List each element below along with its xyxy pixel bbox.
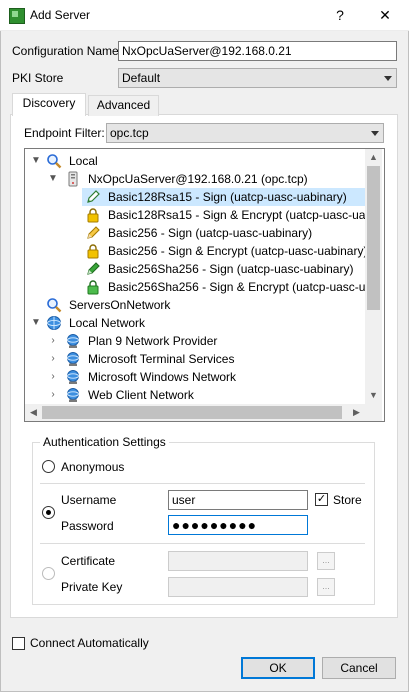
- certificate-radio[interactable]: [42, 567, 55, 580]
- chevron-down-icon: [371, 131, 379, 136]
- certificate-label: Certificate: [61, 554, 116, 568]
- pki-store-label: PKI Store: [12, 71, 64, 85]
- username-label: Username: [61, 493, 117, 507]
- tree-item-endpoint[interactable]: Basic256Sha256 - Sign (uatcp-uasc-uabina…: [82, 260, 366, 278]
- password-input[interactable]: ●●●●●●●●●: [168, 515, 308, 535]
- tree-item-network-provider[interactable]: › Microsoft Terminal Services: [25, 350, 366, 368]
- tree-item-label: NxOpcUaServer@192.168.0.21 (opc.tcp): [88, 172, 308, 186]
- configuration-name-input[interactable]: NxOpcUaServer@192.168.0.21: [118, 41, 397, 61]
- network-globe-icon: [67, 334, 79, 348]
- server-icon: [68, 171, 78, 187]
- tree-item-label: Basic128Rsa15 - Sign (uatcp-uasc-uabinar…: [108, 190, 347, 204]
- configuration-name-label: Configuration Name: [12, 44, 119, 58]
- pen-icon: [87, 190, 100, 203]
- anonymous-label: Anonymous: [61, 460, 125, 474]
- tree-item-local[interactable]: ▼ Local: [25, 152, 366, 170]
- tree-item-label: Basic256Sha256 - Sign (uatcp-uasc-uabina…: [108, 262, 354, 276]
- tree-item-label: ServersOnNetwork: [69, 298, 171, 312]
- divider: [40, 483, 365, 484]
- help-button[interactable]: ?: [326, 3, 354, 27]
- private-key-input[interactable]: [168, 577, 308, 597]
- tree-item-label: Web Client Network: [88, 388, 194, 402]
- window-frame-left: [0, 31, 1, 692]
- scroll-right-icon[interactable]: ▶: [348, 404, 365, 421]
- tree-item-network-provider[interactable]: › Web Client Network: [25, 386, 366, 404]
- tree-item-label: Microsoft Terminal Services: [88, 352, 235, 366]
- private-key-label: Private Key: [61, 580, 123, 594]
- scroll-left-icon[interactable]: ◀: [25, 404, 42, 421]
- pki-store-value: Default: [122, 71, 161, 85]
- scrollbar-corner: [365, 404, 382, 421]
- tab-discovery[interactable]: Discovery: [12, 93, 86, 116]
- password-label: Password: [61, 519, 114, 533]
- lock-icon: [87, 208, 99, 223]
- connect-automatically-label: Connect Automatically: [30, 636, 149, 650]
- ok-button[interactable]: OK: [241, 657, 315, 679]
- certificate-input[interactable]: [168, 551, 308, 571]
- tree-item-endpoint[interactable]: Basic256Sha256 - Sign & Encrypt (uatcp-u…: [82, 278, 372, 296]
- tree-item-local-network[interactable]: ▼ Local Network: [25, 314, 366, 332]
- expander-collapsed-icon[interactable]: ›: [47, 386, 59, 404]
- horizontal-scroll-thumb[interactable]: [42, 406, 342, 419]
- app-icon: [9, 8, 25, 24]
- pencil-icon: [87, 262, 100, 275]
- close-button[interactable]: ✕: [371, 3, 399, 27]
- endpoint-filter-value: opc.tcp: [110, 126, 149, 140]
- cancel-button[interactable]: Cancel: [322, 657, 396, 679]
- expander-expanded-icon[interactable]: ▼: [47, 170, 59, 188]
- endpoint-tree[interactable]: ▼ Local ▼ NxOpcUaServer@192.168.0.21 (op…: [24, 148, 385, 422]
- scroll-up-icon[interactable]: ▲: [365, 149, 382, 166]
- anonymous-radio[interactable]: [42, 460, 55, 473]
- endpoint-filter-select[interactable]: opc.tcp: [106, 123, 384, 143]
- network-globe-icon: [67, 388, 79, 402]
- tree-item-endpoint[interactable]: Basic128Rsa15 - Sign & Encrypt (uatcp-ua…: [82, 206, 372, 224]
- tree-item-label: Basic128Rsa15 - Sign & Encrypt (uatcp-ua…: [108, 208, 373, 222]
- username-radio[interactable]: [42, 506, 55, 519]
- certificate-browse-button[interactable]: ...: [317, 552, 335, 570]
- store-checkbox[interactable]: ✓: [315, 493, 328, 506]
- connect-automatically-checkbox[interactable]: [12, 637, 25, 650]
- username-input[interactable]: user: [168, 490, 308, 510]
- tree-item-label: Microsoft Windows Network: [88, 370, 237, 384]
- tree-item-label: Local Network: [69, 316, 146, 330]
- tree-item-network-provider[interactable]: › Plan 9 Network Provider: [25, 332, 366, 350]
- tree-item-label: Local: [69, 154, 98, 168]
- vertical-scroll-thumb[interactable]: [367, 166, 380, 310]
- lock-icon: [87, 280, 99, 295]
- pki-store-select[interactable]: Default: [118, 68, 397, 88]
- search-icon: [47, 298, 62, 313]
- endpoint-filter-label: Endpoint Filter:: [24, 126, 105, 140]
- chevron-down-icon: [384, 76, 392, 81]
- scroll-down-icon[interactable]: ▼: [365, 387, 382, 404]
- window-title: Add Server: [30, 8, 91, 22]
- expander-collapsed-icon[interactable]: ›: [47, 350, 59, 368]
- authentication-settings-legend: Authentication Settings: [40, 435, 169, 449]
- search-icon: [47, 154, 62, 169]
- tab-advanced[interactable]: Advanced: [88, 95, 159, 116]
- tree-item-endpoint[interactable]: Basic256 - Sign (uatcp-uasc-uabinary): [82, 224, 366, 242]
- tree-item-servers-on-network[interactable]: ServersOnNetwork: [25, 296, 366, 314]
- tree-item-network-provider[interactable]: › Microsoft Windows Network: [25, 368, 366, 386]
- tree-item-label: Plan 9 Network Provider: [88, 334, 218, 348]
- store-label: Store: [333, 493, 362, 507]
- tree-item-endpoint[interactable]: Basic256 - Sign & Encrypt (uatcp-uasc-ua…: [82, 242, 368, 260]
- expander-collapsed-icon[interactable]: ›: [47, 332, 59, 350]
- tree-item-server[interactable]: ▼ NxOpcUaServer@192.168.0.21 (opc.tcp): [25, 170, 366, 188]
- tree-item-label: Basic256 - Sign & Encrypt (uatcp-uasc-ua…: [108, 244, 368, 258]
- network-globe-icon: [67, 370, 79, 384]
- private-key-browse-button[interactable]: ...: [317, 578, 335, 596]
- tree-item-endpoint[interactable]: Basic128Rsa15 - Sign (uatcp-uasc-uabinar…: [82, 188, 366, 206]
- network-globe-icon: [67, 352, 79, 366]
- lock-icon: [87, 244, 99, 259]
- divider: [40, 543, 365, 544]
- expander-expanded-icon[interactable]: ▼: [30, 314, 42, 332]
- network-globe-icon: [47, 316, 61, 330]
- tree-item-label: Basic256Sha256 - Sign & Encrypt (uatcp-u…: [108, 280, 373, 294]
- tree-item-label: Basic256 - Sign (uatcp-uasc-uabinary): [108, 226, 313, 240]
- pencil-icon: [87, 226, 100, 239]
- expander-collapsed-icon[interactable]: ›: [47, 368, 59, 386]
- expander-expanded-icon[interactable]: ▼: [30, 152, 42, 170]
